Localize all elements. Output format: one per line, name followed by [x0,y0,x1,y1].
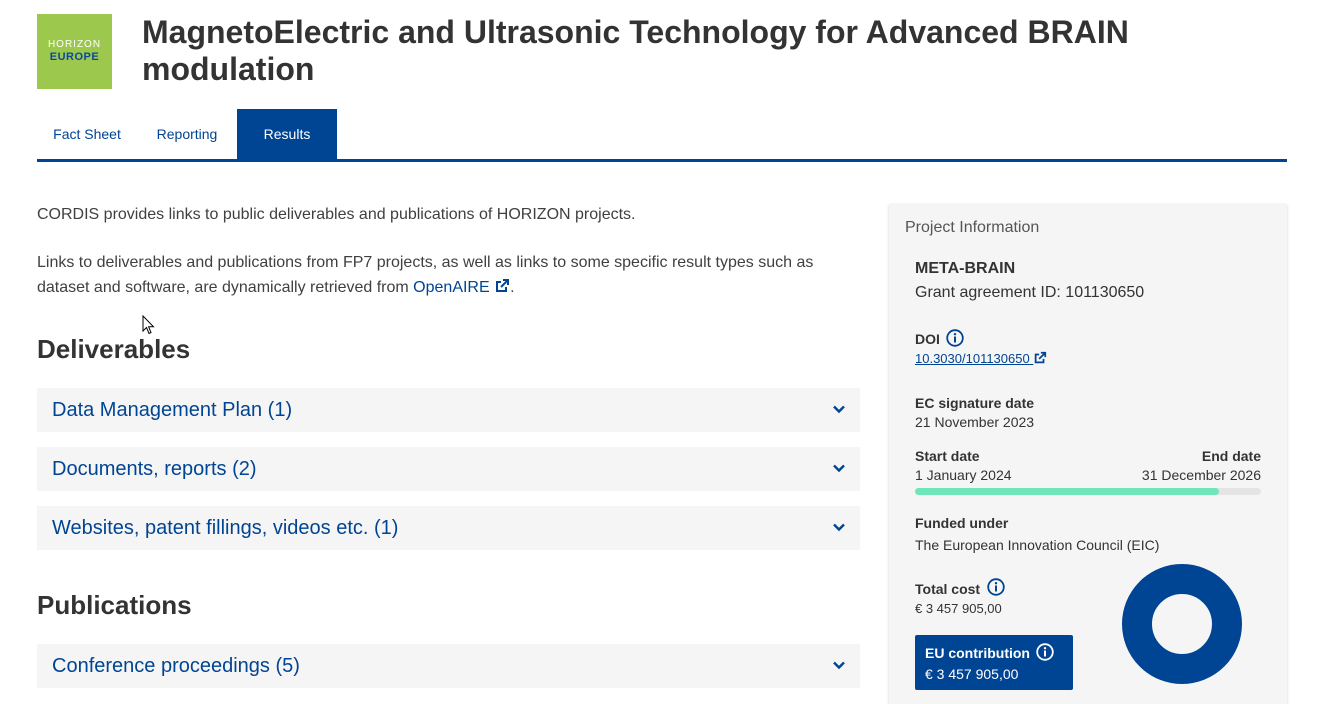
chevron-down-icon [833,405,845,414]
intro-paragraph-1: CORDIS provides links to public delivera… [37,206,636,223]
funded-under-label: Funded under [915,515,1009,531]
intro-paragraph-2-end: . [510,279,515,296]
accordion-label: Data Management Plan (1) [52,398,293,421]
publications-heading: Publications [37,590,192,620]
logo-line2: EUROPE [49,51,100,63]
openaire-link-label: OpenAIRE [413,279,490,296]
accordion-websites-patents-videos[interactable]: Websites, patent fillings, videos etc. (… [37,506,860,550]
info-icon[interactable] [946,329,964,347]
chevron-down-icon [833,523,845,532]
external-link-icon [1035,351,1047,364]
end-date-label: End date [1201,448,1261,464]
accordion-documents-reports[interactable]: Documents, reports (2) [37,447,860,491]
eu-contribution-box: EU contribution € 3 457 905,00 [915,635,1073,690]
progress-fill [915,488,1220,495]
openaire-link[interactable]: OpenAIRE [413,279,510,296]
accordion-conference-proceedings[interactable]: Conference proceedings (5) [37,644,860,688]
project-progress-bar [915,488,1261,495]
logo-line1: HORIZON [47,39,102,50]
eu-contribution-donut-chart [1122,564,1242,684]
accordion-data-management-plan[interactable]: Data Management Plan (1) [37,388,860,432]
deliverables-heading: Deliverables [37,334,191,364]
total-cost-value: € 3 457 905,00 [915,601,1002,616]
total-cost-label: Total cost [915,581,981,597]
donut-eu-share-arc [1122,564,1242,684]
end-date-value: 31 December 2026 [1141,467,1261,483]
tab-reporting[interactable]: Reporting [137,109,237,159]
tab-underline [37,159,1287,162]
start-date-value: 1 January 2024 [915,467,1012,483]
doi-label: DOI [915,331,940,347]
ec-signature-date: 21 November 2023 [915,414,1035,430]
page-title: MagnetoElectric and Ultrasonic Technolog… [142,14,1129,87]
chevron-down-icon [833,661,845,670]
doi-value: 10.3030/101130650 [915,351,1030,366]
doi-link[interactable]: 10.3030/101130650 [915,351,1047,366]
tab-results[interactable]: Results [237,109,337,159]
funded-under-value: The European Innovation Council (EIC) [915,537,1160,553]
horizon-europe-logo: HORIZON EUROPE [37,14,112,89]
project-acronym: META-BRAIN [915,260,1016,277]
grant-agreement-id: Grant agreement ID: 101130650 [915,284,1145,301]
external-link-icon [496,279,510,292]
accordion-label: Conference proceedings (5) [52,654,300,677]
ec-signature-label: EC signature date [915,395,1035,411]
eu-contribution-label: EU contribution [925,645,1030,661]
mouse-cursor-icon [142,315,155,335]
intro-paragraph-2: Links to deliverables and publications f… [37,250,837,300]
panel-title: Project Information [905,219,1040,236]
info-icon[interactable] [1036,643,1054,661]
start-date-label: Start date [915,448,980,464]
chevron-down-icon [833,464,845,473]
accordion-label: Documents, reports (2) [52,457,257,480]
eu-contribution-value: € 3 457 905,00 [925,666,1019,682]
tab-bar: Fact Sheet Reporting Results [37,109,1287,162]
info-icon[interactable] [987,578,1005,596]
tab-fact-sheet[interactable]: Fact Sheet [37,109,137,159]
accordion-label: Websites, patent fillings, videos etc. (… [52,516,399,539]
project-information-panel: Project Information META-BRAIN Grant agr… [889,204,1287,704]
